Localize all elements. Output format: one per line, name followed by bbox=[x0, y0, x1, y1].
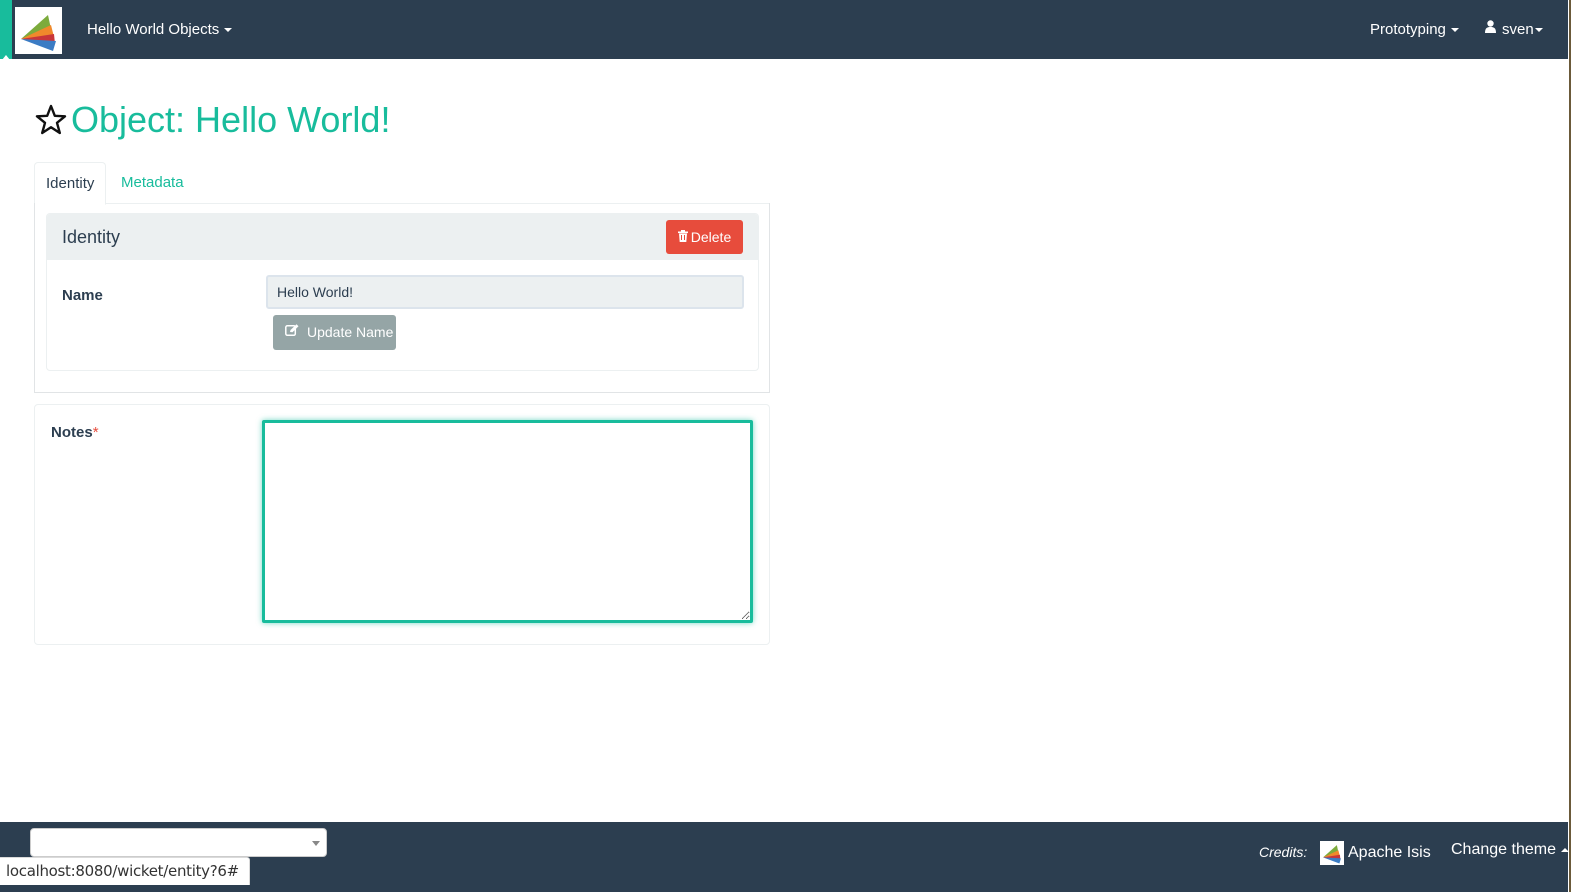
app-menu-label: Hello World Objects bbox=[87, 21, 220, 38]
user-dropdown[interactable]: sven bbox=[1485, 0, 1543, 59]
caret-up-icon bbox=[1560, 847, 1569, 852]
select-arrow-icon bbox=[312, 841, 320, 846]
notes-textarea[interactable] bbox=[262, 420, 753, 623]
delete-label: Delete bbox=[690, 229, 732, 245]
credits-label: Credits: bbox=[1259, 844, 1308, 860]
footer-select[interactable] bbox=[30, 828, 327, 857]
identity-panel: Identity Delete Name Hello World! Update… bbox=[46, 213, 759, 371]
caret-down-icon bbox=[1450, 28, 1459, 33]
nav-accent-bar bbox=[0, 0, 12, 60]
delete-button[interactable]: Delete bbox=[666, 220, 743, 254]
identity-panel-heading: Identity Delete bbox=[47, 214, 758, 260]
apache-isis-logo-icon bbox=[1320, 841, 1344, 865]
name-label: Name bbox=[62, 287, 103, 304]
object-tabs: Identity Metadata bbox=[34, 162, 770, 205]
window-frame-edge bbox=[1568, 0, 1583, 892]
identity-tab-pane: Identity Delete Name Hello World! Update… bbox=[34, 203, 770, 393]
update-name-button[interactable]: Update Name bbox=[273, 315, 396, 350]
page-title-text: Object: Hello World! bbox=[71, 99, 391, 140]
prototyping-dropdown[interactable]: Prototyping bbox=[1370, 0, 1459, 59]
trash-icon bbox=[677, 220, 688, 254]
apache-isis-logo-icon[interactable] bbox=[15, 7, 62, 54]
caret-down-icon bbox=[1534, 28, 1543, 33]
required-marker: * bbox=[92, 424, 99, 441]
edit-icon bbox=[285, 314, 299, 349]
tab-metadata[interactable]: Metadata bbox=[110, 162, 195, 204]
tab-identity[interactable]: Identity bbox=[34, 162, 107, 205]
user-icon bbox=[1485, 0, 1496, 59]
top-navbar: Hello World Objects Prototyping sven bbox=[0, 0, 1568, 60]
change-theme-dropdown[interactable]: Change theme bbox=[1451, 841, 1569, 859]
panel-title: Identity bbox=[62, 227, 121, 247]
caret-down-icon bbox=[224, 28, 233, 33]
app-menu-dropdown[interactable]: Hello World Objects bbox=[87, 0, 233, 59]
star-outline-icon[interactable] bbox=[34, 103, 68, 137]
credit-link-label: Apache Isis bbox=[1348, 844, 1431, 861]
update-name-label: Update Name bbox=[307, 324, 394, 340]
page-title: Object: Hello World! bbox=[34, 98, 390, 142]
prototyping-label: Prototyping bbox=[1370, 21, 1446, 38]
name-field[interactable]: Hello World! bbox=[266, 275, 744, 309]
notes-label-text: Notes bbox=[51, 424, 93, 441]
apache-isis-credit-link[interactable]: Apache Isis bbox=[1320, 841, 1431, 865]
user-label: sven bbox=[1502, 21, 1534, 38]
change-theme-label: Change theme bbox=[1451, 841, 1556, 858]
notes-label: Notes* bbox=[51, 424, 99, 441]
notes-panel: Notes* bbox=[34, 404, 770, 645]
status-bar-url: localhost:8080/wicket/entity?6# bbox=[0, 857, 250, 885]
